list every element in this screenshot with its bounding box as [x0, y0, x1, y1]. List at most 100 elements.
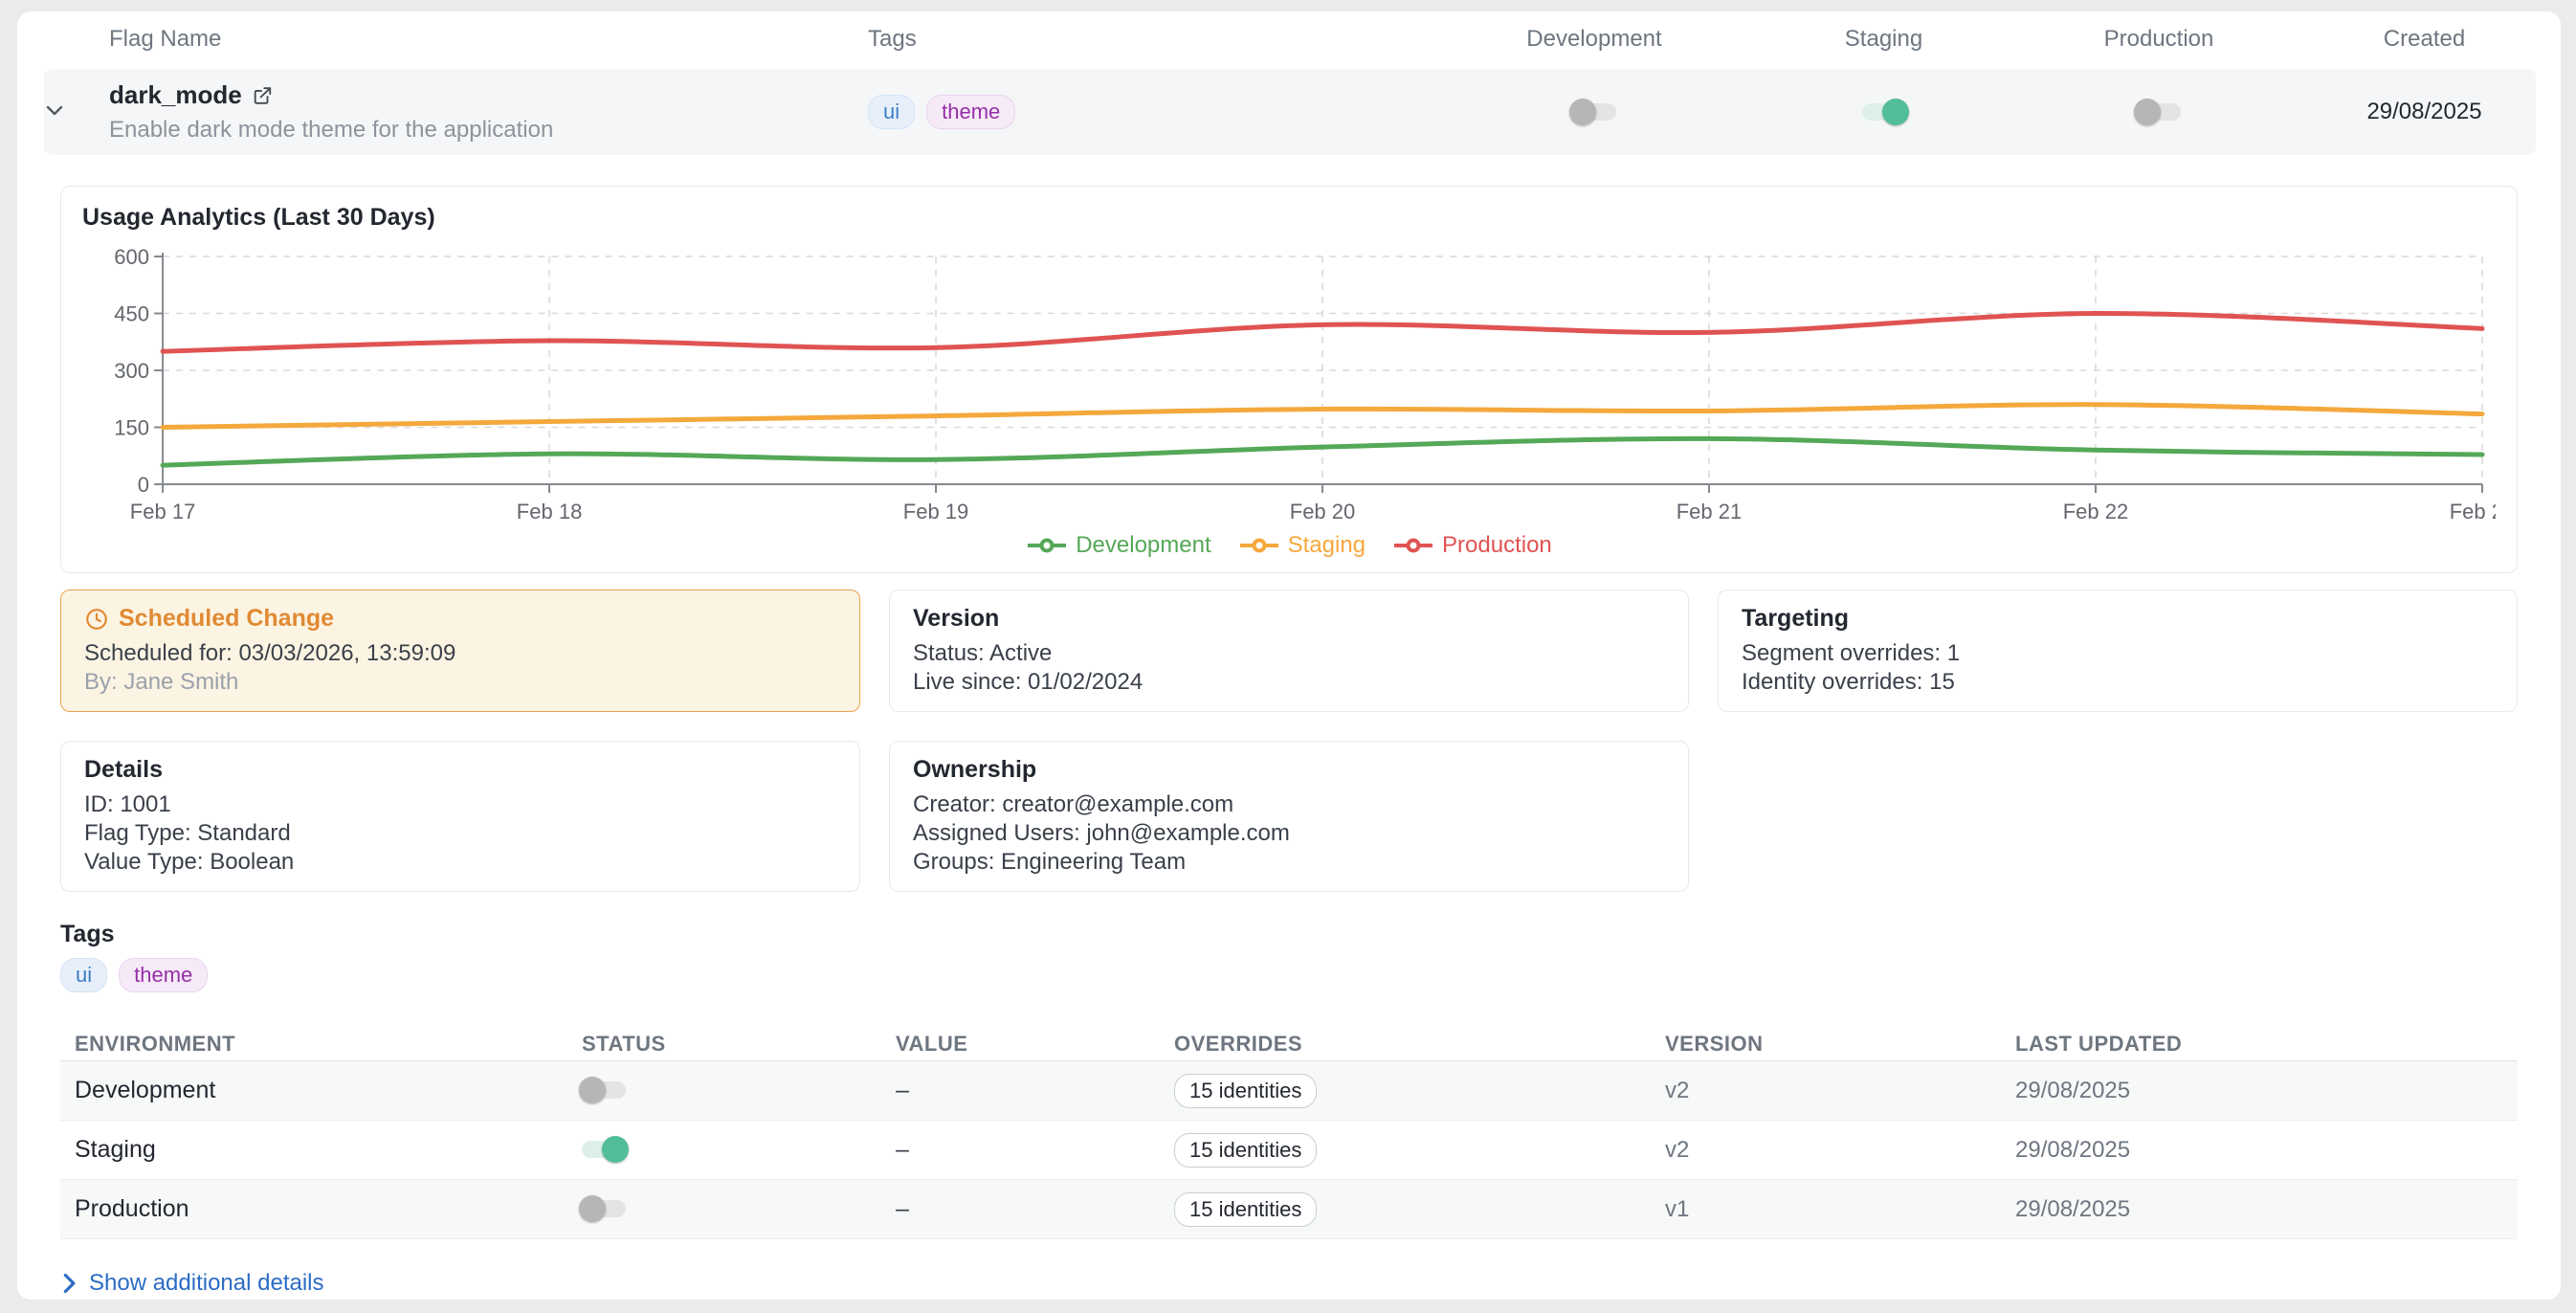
- value-cell: –: [896, 1136, 1174, 1164]
- environment-name: Production: [75, 1195, 582, 1223]
- chart-title: Usage Analytics (Last 30 Days): [82, 204, 2496, 232]
- version-cell: v1: [1665, 1196, 2015, 1223]
- flag-table-header: Flag Name Tags Development Staging Produ…: [17, 11, 2561, 67]
- svg-text:Feb 20: Feb 20: [1290, 500, 1356, 523]
- column-development: Development: [1451, 26, 1738, 53]
- table-row-staging: Staging – 15 identities v2 29/08/2025: [60, 1121, 2518, 1180]
- tag-pill-ui: ui: [868, 95, 915, 129]
- flag-description: Enable dark mode theme for the applicati…: [92, 117, 848, 144]
- last-updated-cell: 29/08/2025: [2015, 1196, 2503, 1223]
- flag-name[interactable]: dark_mode: [109, 80, 242, 110]
- tags-section: Tags ui theme: [60, 921, 2518, 992]
- production-status-toggle[interactable]: [582, 1200, 626, 1217]
- last-updated-cell: 29/08/2025: [2015, 1137, 2503, 1164]
- column-staging: Staging: [1738, 26, 2030, 53]
- show-additional-details-label: Show additional details: [89, 1270, 324, 1297]
- col-overrides: OVERRIDES: [1174, 1032, 1665, 1057]
- legend-marker-icon: [1392, 538, 1434, 553]
- version-card: Version Status: Active Live since: 01/02…: [889, 590, 1689, 712]
- environments-table-header: ENVIRONMENT STATUS VALUE OVERRIDES VERSI…: [60, 1027, 2518, 1061]
- usage-analytics-card: Usage Analytics (Last 30 Days) 0 150 300 45…: [60, 186, 2518, 573]
- value-cell: –: [896, 1195, 1174, 1223]
- environment-name: Development: [75, 1077, 582, 1104]
- environment-name: Staging: [75, 1136, 582, 1164]
- svg-text:Feb 18: Feb 18: [517, 500, 583, 523]
- scheduled-by-text: By: Jane Smith: [84, 668, 836, 697]
- version-live-since: Live since: 01/02/2024: [913, 668, 1665, 697]
- tag-pill-theme: theme: [926, 95, 1015, 129]
- clock-icon: [84, 607, 109, 632]
- created-date: 29/08/2025: [2288, 99, 2561, 125]
- details-flag-type: Flag Type: Standard: [84, 819, 836, 848]
- version-cell: v2: [1665, 1137, 2015, 1164]
- version-cell: v2: [1665, 1078, 2015, 1104]
- svg-text:Feb 19: Feb 19: [903, 500, 969, 523]
- usage-analytics-chart: 0 150 300 450 600 Feb 17 Feb 18 Feb 19 Feb 20 Feb…: [82, 245, 2496, 524]
- legend-marker-icon: [1238, 538, 1280, 553]
- legend-label: Development: [1076, 532, 1210, 559]
- chevron-right-icon: [60, 1273, 78, 1294]
- svg-text:Feb 17: Feb 17: [130, 500, 196, 523]
- details-value-type: Value Type: Boolean: [84, 848, 836, 877]
- details-title: Details: [84, 756, 836, 784]
- svg-text:300: 300: [114, 359, 149, 383]
- table-row-production: Production – 15 identities v1 29/08/2025: [60, 1180, 2518, 1239]
- col-version: VERSION: [1665, 1032, 2015, 1057]
- column-production: Production: [2030, 26, 2288, 53]
- staging-toggle[interactable]: [1862, 103, 1906, 121]
- col-status: STATUS: [582, 1032, 896, 1057]
- tags-section-title: Tags: [60, 921, 2518, 948]
- column-tags: Tags: [848, 26, 1451, 53]
- development-status-toggle[interactable]: [582, 1081, 626, 1099]
- details-card: Details ID: 1001 Flag Type: Standard Val…: [60, 741, 860, 892]
- chart-legend: Development Staging Production: [82, 532, 2496, 559]
- external-link-icon[interactable]: [252, 85, 273, 106]
- scheduled-change-card: Scheduled Change Scheduled for: 03/03/20…: [60, 590, 860, 712]
- table-row-development: Development – 15 identities v2 29/08/202…: [60, 1061, 2518, 1121]
- ownership-assigned-users: Assigned Users: john@example.com: [913, 819, 1665, 848]
- legend-label: Production: [1442, 532, 1552, 559]
- svg-text:600: 600: [114, 245, 149, 269]
- legend-item-production[interactable]: Production: [1392, 532, 1552, 559]
- last-updated-cell: 29/08/2025: [2015, 1078, 2503, 1104]
- details-id: ID: 1001: [84, 790, 836, 819]
- svg-text:0: 0: [138, 473, 149, 497]
- flag-details-panel: Flag Name Tags Development Staging Produ…: [17, 11, 2561, 1300]
- scheduled-change-title: Scheduled Change: [119, 605, 334, 633]
- column-created: Created: [2288, 26, 2561, 53]
- col-last-updated: LAST UPDATED: [2015, 1032, 2503, 1057]
- identities-button[interactable]: 15 identities: [1174, 1074, 1317, 1108]
- show-additional-details-link[interactable]: Show additional details: [60, 1270, 324, 1297]
- chevron-down-icon[interactable]: [43, 99, 66, 122]
- svg-text:450: 450: [114, 302, 149, 326]
- identity-overrides: Identity overrides: 15: [1742, 668, 2494, 697]
- ownership-card: Ownership Creator: creator@example.com A…: [889, 741, 1689, 892]
- svg-text:150: 150: [114, 416, 149, 440]
- col-environment: ENVIRONMENT: [75, 1032, 582, 1057]
- tag-pill-ui: ui: [60, 958, 107, 992]
- development-toggle[interactable]: [1572, 103, 1616, 121]
- version-title: Version: [913, 605, 1665, 633]
- value-cell: –: [896, 1077, 1174, 1104]
- tag-pill-theme: theme: [119, 958, 208, 992]
- scheduled-for-text: Scheduled for: 03/03/2026, 13:59:09: [84, 639, 836, 668]
- production-toggle[interactable]: [2137, 103, 2181, 121]
- identities-button[interactable]: 15 identities: [1174, 1133, 1317, 1168]
- legend-label: Staging: [1288, 532, 1366, 559]
- svg-text:Feb 23: Feb 23: [2450, 500, 2496, 523]
- targeting-card: Targeting Segment overrides: 1 Identity …: [1718, 590, 2518, 712]
- svg-text:Feb 21: Feb 21: [1677, 500, 1743, 523]
- segment-overrides: Segment overrides: 1: [1742, 639, 2494, 668]
- legend-item-development[interactable]: Development: [1026, 532, 1210, 559]
- legend-marker-icon: [1026, 538, 1068, 553]
- staging-status-toggle[interactable]: [582, 1141, 626, 1158]
- column-flag-name: Flag Name: [92, 26, 848, 53]
- svg-text:Feb 22: Feb 22: [2063, 500, 2129, 523]
- version-status: Status: Active: [913, 639, 1665, 668]
- environments-table: ENVIRONMENT STATUS VALUE OVERRIDES VERSI…: [60, 1027, 2518, 1239]
- flag-row: dark_mode Enable dark mode theme for the…: [17, 67, 2561, 157]
- col-value: VALUE: [896, 1032, 1174, 1057]
- identities-button[interactable]: 15 identities: [1174, 1192, 1317, 1227]
- ownership-title: Ownership: [913, 756, 1665, 784]
- legend-item-staging[interactable]: Staging: [1238, 532, 1366, 559]
